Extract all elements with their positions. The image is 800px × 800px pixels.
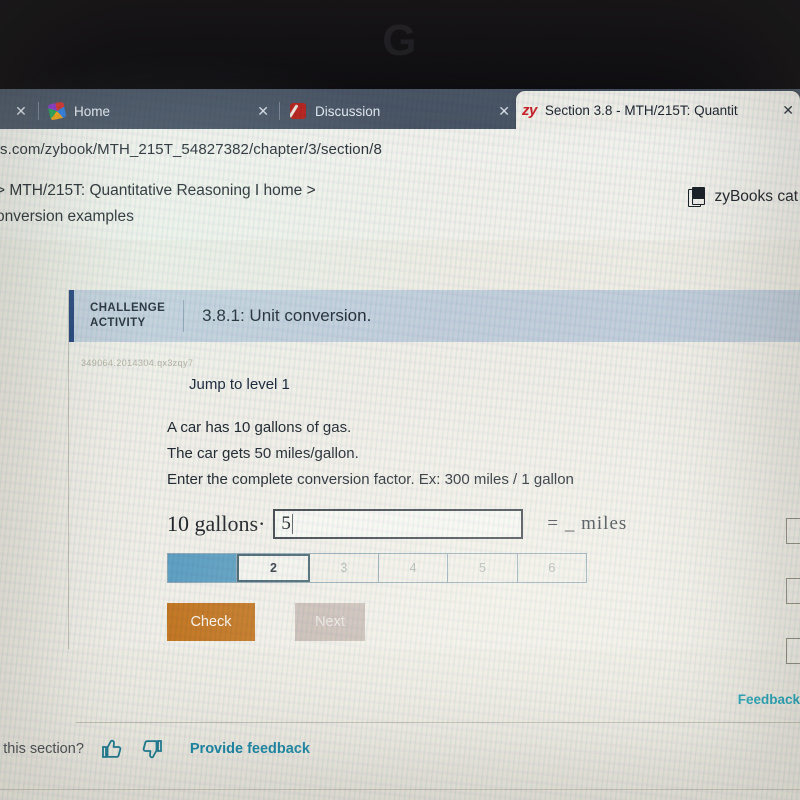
monitor-bezel: G — [0, 0, 800, 89]
question-line-2: The car gets 50 miles/gallon. — [167, 445, 359, 462]
browser-tab-zybooks-section[interactable]: zy Section 3.8 - MTH/215T: Quantit ✕ — [516, 91, 800, 129]
answer-row: 10 gallons· 5 = _ miles — [69, 493, 800, 539]
challenge-activity-badge: CHALLENGE ACTIVITY — [74, 290, 183, 342]
progress-segment-4[interactable]: 4 — [379, 554, 449, 582]
canvas-favicon-icon — [290, 103, 306, 119]
thumbs-up-glyph — [101, 739, 122, 758]
tab-title-home: Home — [74, 103, 111, 119]
progress-segment-6[interactable]: 6 — [518, 554, 586, 582]
breadcrumb-line-1[interactable]: > MTH/215T: Quantitative Reasoning I hom… — [0, 182, 316, 199]
zybooks-favicon-icon: zy — [522, 101, 537, 119]
activity-title: 3.8.1: Unit conversion. — [202, 306, 372, 325]
zybooks-catalog-link[interactable]: zyBooks cat — [688, 187, 798, 207]
tab-divider — [38, 102, 39, 120]
thumbs-up-icon[interactable] — [100, 738, 124, 760]
tab-title-discussion: Discussion — [315, 103, 381, 119]
check-button[interactable]: Check — [167, 603, 255, 641]
progress-segment-5[interactable]: 5 — [448, 554, 518, 582]
badge-line-1: CHALLENGE — [90, 302, 166, 314]
progress-segment-1[interactable] — [168, 554, 238, 582]
progress-segment-2[interactable]: 2 — [237, 554, 310, 582]
question-line-3: Enter the complete conversion factor. Ex… — [167, 471, 574, 488]
close-icon[interactable]: ✕ — [782, 102, 794, 119]
activity-id-text: 349064.2014304.qx3zqy7 — [81, 358, 194, 368]
breadcrumb-line-2[interactable]: onversion examples — [0, 204, 316, 230]
close-icon[interactable]: ✕ — [257, 103, 269, 120]
breadcrumb[interactable]: > MTH/215T: Quantitative Reasoning I hom… — [0, 178, 316, 230]
footer-divider-bottom — [0, 789, 800, 790]
bezel-watermark-logo: G — [382, 15, 418, 65]
badge-line-2: ACTIVITY — [90, 317, 146, 329]
edge-box-2[interactable] — [786, 578, 800, 604]
zybooks-page-header: > MTH/215T: Quantitative Reasoning I hom… — [0, 170, 800, 241]
pinwheel-favicon-icon — [47, 101, 67, 121]
action-buttons: Check Next — [167, 603, 800, 641]
tab-title-zybooks: Section 3.8 - MTH/215T: Quantit — [544, 102, 738, 118]
tab-divider — [279, 102, 280, 120]
browser-tab-partial[interactable]: ✕ — [0, 93, 34, 129]
question-line-1: A car has 10 gallons of gas. — [167, 419, 352, 436]
provide-feedback-link[interactable]: Provide feedback — [190, 741, 310, 757]
section-feedback-row: s this section? Provide feedback — [0, 738, 310, 760]
screen-photo: G ✕ Home ✕ Discussion ✕ zy Section 3.8 -… — [0, 0, 800, 800]
url-text[interactable]: s.com/zybook/MTH_215T_54827382/chapter/3… — [0, 141, 382, 158]
catalog-label: zyBooks cat — [714, 187, 798, 205]
text-caret — [291, 514, 294, 534]
edge-box-1[interactable] — [786, 518, 800, 544]
thumbs-down-glyph — [142, 740, 162, 759]
challenge-activity-card: CHALLENGE ACTIVITY 3.8.1: Unit conversio… — [68, 290, 800, 649]
browser-url-bar[interactable]: s.com/zybook/MTH_215T_54827382/chapter/3… — [0, 129, 800, 170]
math-expression-lead: 10 gallons· — [167, 511, 266, 536]
browser-tab-home[interactable]: Home ✕ — [43, 93, 275, 129]
catalog-book-icon — [688, 187, 706, 207]
close-icon[interactable]: ✕ — [498, 103, 510, 120]
next-button[interactable]: Next — [295, 603, 365, 641]
close-icon[interactable]: ✕ — [15, 103, 27, 120]
section-feedback-question: s this section? — [0, 741, 84, 757]
progress-bar: 2 3 4 5 6 — [167, 553, 587, 583]
browser-tab-strip: ✕ Home ✕ Discussion ✕ zy Section 3.8 - M… — [0, 89, 800, 129]
math-expression-tail: = _ miles — [547, 513, 628, 534]
thumbs-down-icon[interactable] — [140, 738, 164, 760]
feedback-tab-label[interactable]: Feedback — [738, 692, 800, 707]
progress-segment-3[interactable]: 3 — [310, 554, 379, 582]
footer-divider-top — [76, 722, 800, 723]
zybooks-content-area: CHALLENGE ACTIVITY 3.8.1: Unit conversio… — [0, 240, 800, 800]
edge-box-3[interactable] — [786, 638, 800, 664]
question-text: A car has 10 gallons of gas. The car get… — [69, 393, 800, 493]
answer-input-value: 5 — [281, 513, 291, 534]
answer-input[interactable]: 5 — [273, 509, 524, 539]
challenge-activity-header: CHALLENGE ACTIVITY 3.8.1: Unit conversio… — [69, 290, 800, 342]
jump-to-level-link[interactable]: Jump to level 1 — [69, 368, 800, 393]
browser-tab-discussion[interactable]: Discussion ✕ — [284, 93, 516, 129]
